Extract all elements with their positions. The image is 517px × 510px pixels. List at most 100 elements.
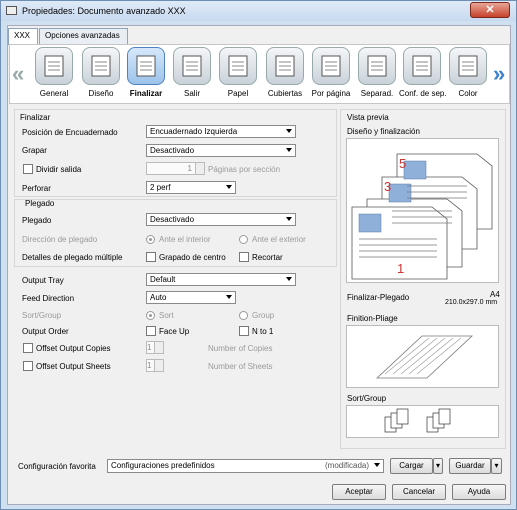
staple-select[interactable]: Desactivado: [146, 144, 296, 157]
offset-copies-checkbox[interactable]: [23, 343, 33, 353]
spinner-arrows-icon[interactable]: [154, 342, 164, 353]
covers-icon: [266, 47, 304, 85]
staple-label: Grapar: [22, 146, 47, 155]
fold-inside-radio[interactable]: [146, 235, 155, 244]
close-button[interactable]: ✕: [470, 2, 510, 18]
offset-sheets-unit: Number of Sheets: [208, 362, 273, 371]
center-staple-checkbox[interactable]: [146, 252, 156, 262]
nto1-label: N to 1: [252, 327, 274, 336]
finishing-icon: [127, 47, 165, 85]
scroll-left-icon[interactable]: «: [12, 61, 24, 87]
toolbar-paper-button[interactable]: Papel: [215, 47, 261, 103]
offset-copies-spinner[interactable]: 1: [146, 341, 165, 354]
offset-sheets-label: Offset Output Sheets: [36, 362, 111, 371]
trim-label: Recortar: [252, 253, 283, 262]
split-pages-spinner[interactable]: 1: [146, 162, 205, 175]
nto1-checkbox[interactable]: [239, 326, 249, 336]
finition-label: Finition-Pliage: [347, 314, 398, 323]
cancel-button[interactable]: Cancelar: [392, 484, 446, 500]
toolbar-covers-button[interactable]: Cubiertas: [262, 47, 308, 103]
split-output-label: Dividir salida: [36, 165, 82, 174]
output-icon: [173, 47, 211, 85]
toolbar-finishing-button[interactable]: Finalizar: [123, 47, 169, 103]
toolbar-output-button[interactable]: Salir: [169, 47, 215, 103]
faceup-checkbox[interactable]: [146, 326, 156, 336]
chevron-down-icon: [286, 217, 292, 221]
punch-label: Perforar: [22, 184, 51, 193]
chevron-down-icon: [226, 185, 232, 189]
spinner-arrows-icon[interactable]: [154, 360, 164, 371]
feed-direction-select[interactable]: Auto: [146, 291, 236, 304]
preview-panel: Vista previa Diseño y finalización 5 3 1…: [340, 109, 506, 449]
scroll-right-icon[interactable]: »: [493, 61, 505, 87]
title-bar: Propiedades: Documento avanzado XXX ✕: [1, 1, 516, 21]
offset-sheets-spinner[interactable]: 1: [146, 359, 165, 372]
tab-xxx[interactable]: XXX: [8, 28, 38, 45]
feed-direction-value: Auto: [150, 293, 167, 302]
toolbar-label: Papel: [227, 89, 249, 98]
toolbar-label: General: [39, 89, 69, 98]
page-number-3: 3: [384, 179, 391, 194]
fold-select[interactable]: Desactivado: [146, 213, 296, 226]
toolbar-label: Conf. de sep.: [399, 89, 447, 98]
punch-select[interactable]: 2 perf: [146, 181, 236, 194]
page-number-5: 5: [399, 156, 406, 171]
load-menu-chevron-icon[interactable]: ▾: [433, 458, 443, 474]
printer-properties-window: Propiedades: Documento avanzado XXX ✕ XX…: [0, 0, 517, 510]
help-button[interactable]: Ayuda: [452, 484, 506, 500]
toolbar-label: Diseño: [88, 89, 114, 98]
chevron-down-icon: [374, 463, 380, 467]
split-pages-value: 1: [187, 164, 192, 173]
favorite-config-value: Configuraciones predefinidos: [111, 461, 215, 470]
split-output-checkbox[interactable]: [23, 164, 33, 174]
staple-value: Desactivado: [150, 146, 195, 155]
toolbar-general-button[interactable]: General: [31, 47, 77, 103]
toolbar-per-page-button[interactable]: Por página: [308, 47, 354, 103]
per-page-icon: [312, 47, 350, 85]
booklet-preview: 5 3 1: [346, 138, 499, 283]
toolbar-layout-button[interactable]: Diseño: [78, 47, 124, 103]
fold-outside-label: Ante el exterior: [252, 235, 306, 244]
finition-preview: [346, 325, 499, 388]
trim-checkbox[interactable]: [239, 252, 249, 262]
fold-outside-radio[interactable]: [239, 235, 248, 244]
binding-value: Encuadernado Izquierda: [150, 127, 238, 136]
paper-size-name: A4: [490, 290, 500, 299]
spinner-arrows-icon[interactable]: [195, 163, 204, 174]
binding-select[interactable]: Encuadernado Izquierda: [146, 125, 296, 138]
output-order-label: Output Order: [22, 327, 69, 336]
ok-button[interactable]: Aceptar: [332, 484, 386, 500]
feed-direction-label: Feed Direction: [22, 294, 75, 303]
preview-title: Vista previa: [347, 113, 389, 122]
toolbar-label: Por página: [311, 89, 351, 98]
settings-panel: Finalizar Posición de Encuadernado Encua…: [14, 109, 337, 449]
sortgroup-label: Sort/Group: [22, 311, 62, 320]
favorite-config-select[interactable]: Configuraciones predefinidos (modificada…: [107, 459, 384, 473]
toolbar-label: Salir: [183, 89, 200, 98]
tab-advanced-options[interactable]: Opciones avanzadas: [39, 28, 128, 44]
output-tray-select[interactable]: Default: [146, 273, 296, 286]
load-button[interactable]: Cargar: [390, 458, 433, 474]
offset-sheets-checkbox[interactable]: [23, 361, 33, 371]
chevron-down-icon: [286, 148, 292, 152]
preview-design-label: Diseño y finalización: [347, 127, 420, 136]
toolbar-separators-button[interactable]: Separad.: [354, 47, 400, 103]
toolbar-label: Color: [458, 89, 478, 98]
toolbar-label: Finalizar: [129, 89, 163, 98]
offset-copies-value: 1: [147, 343, 152, 352]
paper-icon: [219, 47, 257, 85]
fold-label: Plegado: [22, 216, 52, 225]
preview-caption: Finalizar-Plegado: [347, 293, 410, 302]
toolbar-color-button[interactable]: Color: [445, 47, 491, 103]
favorite-config-label: Configuración favorita: [18, 462, 96, 471]
offset-copies-unit: Number of Copies: [208, 344, 273, 353]
faceup-label: Face Up: [159, 327, 190, 336]
save-menu-chevron-icon[interactable]: ▾: [491, 458, 502, 474]
save-button[interactable]: Guardar: [449, 458, 491, 474]
output-tray-value: Default: [150, 275, 176, 284]
sort-radio[interactable]: [146, 311, 155, 320]
group-radio[interactable]: [239, 311, 248, 320]
printer-icon: [6, 6, 17, 15]
chevron-down-icon: [226, 295, 232, 299]
toolbar-sep-settings-button[interactable]: Conf. de sep.: [399, 47, 447, 103]
